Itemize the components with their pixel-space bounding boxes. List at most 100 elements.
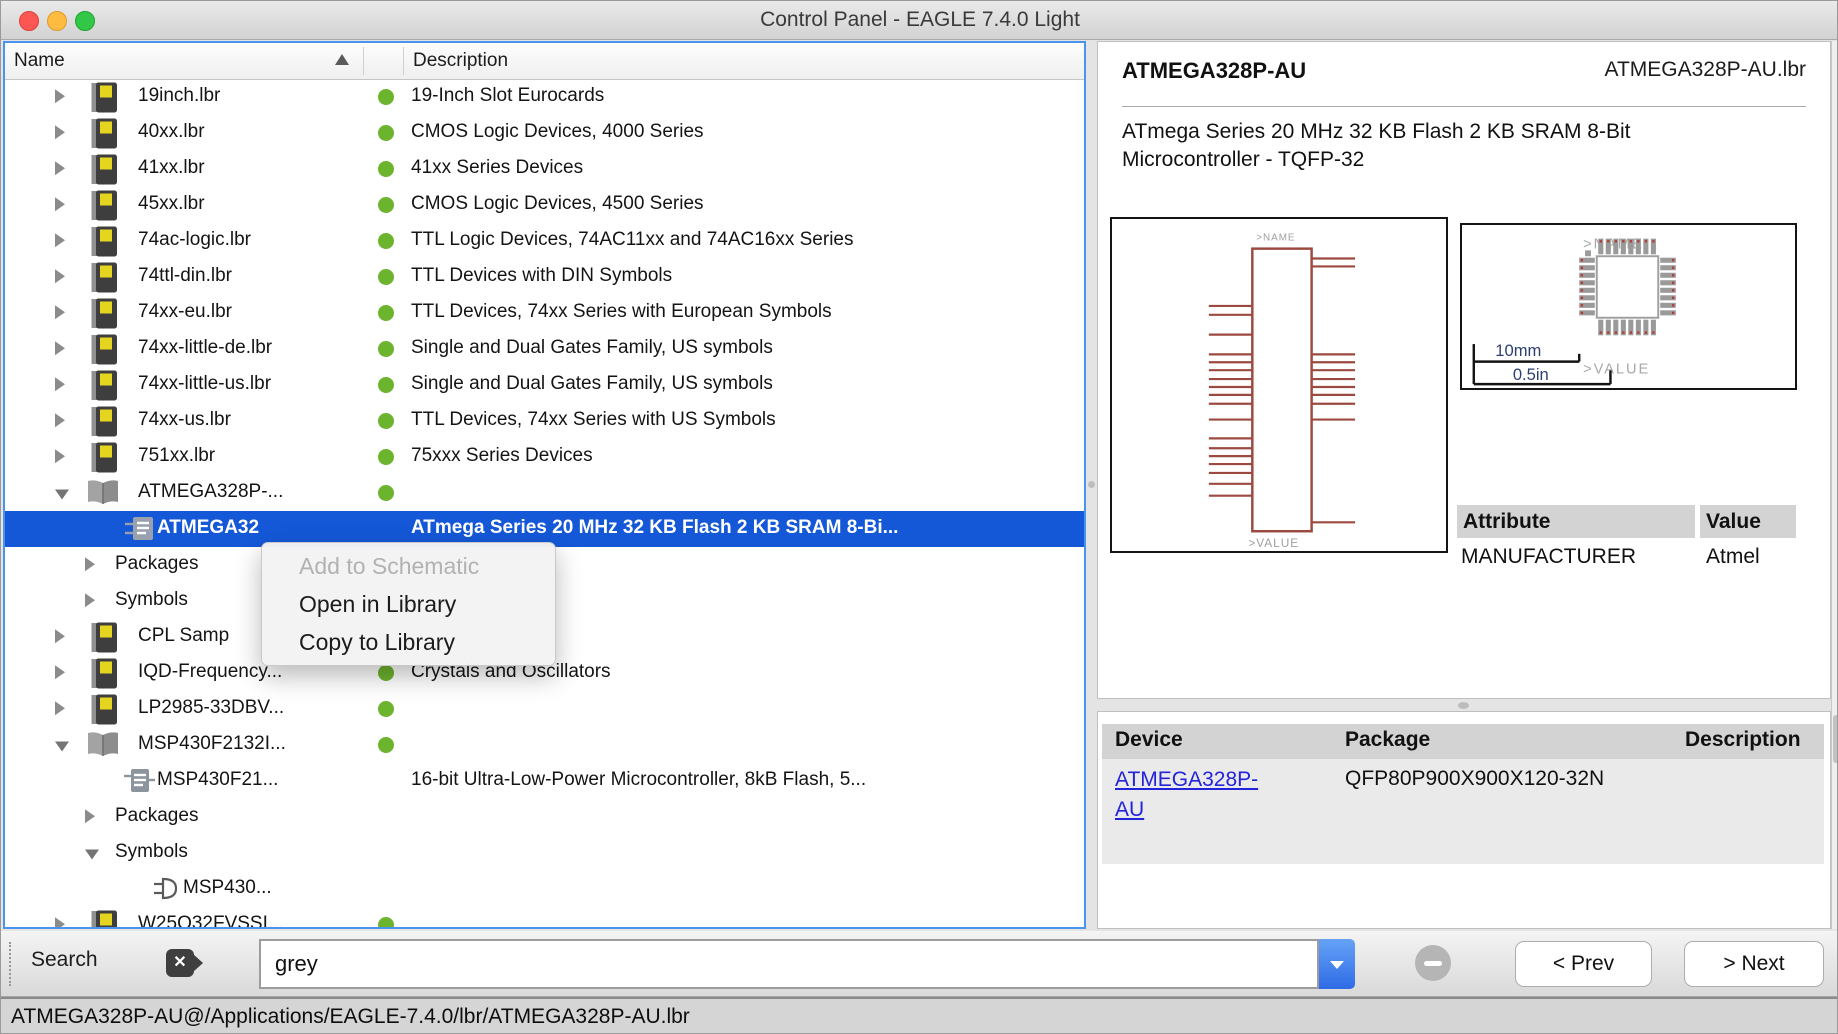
expand-icon[interactable] [55,665,65,679]
remove-search-button[interactable] [1415,945,1451,981]
horizontal-splitter[interactable] [1097,699,1831,711]
column-header-name[interactable]: Name [14,50,65,72]
tree-row[interactable]: 45xx.lbrCMOS Logic Devices, 4500 Series [5,187,1084,223]
column-header-device[interactable]: Device [1115,728,1183,752]
tree-row[interactable]: 74xx-eu.lbr TTL Devices, 74xx Series with… [5,295,1084,331]
splitter-handle-icon [1088,481,1095,488]
device-library-name: ATMEGA328P-AU.lbr [1605,58,1807,82]
expand-icon[interactable] [85,557,95,571]
close-window-icon[interactable] [19,11,39,31]
tree-item-description: Single and Dual Gates Family, US symbols [411,373,773,395]
minimize-window-icon[interactable] [47,11,67,31]
tree-row[interactable]: Symbols [5,835,1084,871]
tree-row[interactable]: W25Q32FVSSI... [5,907,1084,927]
expand-icon[interactable] [55,341,65,355]
prev-button[interactable]: < Prev [1515,941,1652,987]
clear-search-icon[interactable]: ✕ [166,949,194,977]
tree-item-description: TTL Logic Devices, 74AC11xx and 74AC16xx… [411,229,854,251]
tree-item-name: 45xx.lbr [138,193,205,215]
tree-column-header: Name Description [5,43,1084,80]
tree-item-name: 74xx-eu.lbr [138,301,232,323]
column-divider[interactable] [403,47,404,75]
tree-row[interactable]: 74ac-logic.lbrTTL Logic Devices, 74AC11x… [5,223,1084,259]
tree-row[interactable]: MSP430F21...16-bit Ultra-Low-Power Micro… [5,763,1084,799]
tree-row[interactable]: LP2985-33DBV... [5,691,1084,727]
tree-item-description: CMOS Logic Devices, 4000 Series [411,121,704,143]
expand-icon[interactable] [55,917,65,927]
expand-icon[interactable] [55,89,65,103]
expand-icon[interactable] [55,197,65,211]
variant-package: QFP80P900X900X120-32N [1345,767,1604,791]
library-icon [91,442,118,479]
expand-icon[interactable] [55,233,65,247]
context-menu-item[interactable]: Copy to Library [262,623,555,661]
library-icon [91,82,118,119]
expand-icon[interactable] [55,629,65,643]
tree-item-name: 74xx-us.lbr [138,409,231,431]
collapse-icon[interactable] [55,490,69,500]
expand-icon[interactable] [55,449,65,463]
package-preview: >NAME >VALUE 10mm 0.5in [1460,223,1797,390]
context-menu-item[interactable]: Open in Library [262,585,555,623]
in-use-dot-icon [378,305,394,321]
collapse-icon[interactable] [55,742,69,752]
device-title: ATMEGA328P-AU [1122,58,1306,84]
expand-icon[interactable] [85,593,95,607]
tree-row[interactable]: MSP430... [5,871,1084,907]
toolbar-drag-handle[interactable] [9,942,15,986]
tree-row[interactable]: 74ttl-din.lbrTTL Devices with DIN Symbol… [5,259,1084,295]
symbol-value-label: >VALUE [1248,536,1299,550]
tree-row[interactable]: 40xx.lbr CMOS Logic Devices, 4000 Series [5,115,1084,151]
tree-row[interactable]: Packages [5,799,1084,835]
collapse-icon[interactable] [85,850,99,860]
tree-row[interactable]: MSP430F2132I... [5,727,1084,763]
value-header: Value [1700,505,1796,538]
tree-row[interactable]: 74xx-little-us.lbrSingle and Dual Gates … [5,367,1084,403]
tree-item-name: 41xx.lbr [138,157,205,179]
variant-row[interactable]: ATMEGA328P-AU QFP80P900X900X120-32N [1102,759,1824,864]
search-input[interactable] [259,939,1319,989]
tree-row[interactable]: 751xx.lbr75xxx Series Devices [5,439,1084,475]
chevron-down-icon [1330,961,1344,969]
tree-row[interactable]: 19inch.lbr19-Inch Slot Eurocards [5,79,1084,115]
column-header-package[interactable]: Package [1345,728,1430,752]
in-use-dot-icon [378,701,394,717]
tree-row[interactable]: 74xx-us.lbrTTL Devices, 74xx Series with… [5,403,1084,439]
tree-item-name: 40xx.lbr [138,121,205,143]
expand-icon[interactable] [55,377,65,391]
right-scrollbar[interactable] [1831,41,1838,929]
expand-icon[interactable] [55,413,65,427]
variants-header-row: Device Package Description [1102,724,1824,759]
tree-row[interactable]: 74xx-little-de.lbrSingle and Dual Gates … [5,331,1084,367]
scrollbar-thumb[interactable] [1833,715,1838,763]
expand-icon[interactable] [55,161,65,175]
column-header-description[interactable]: Description [1685,728,1801,752]
expand-icon[interactable] [55,701,65,715]
tree-item-name: MSP430... [183,877,272,899]
title-bar[interactable]: Control Panel - EAGLE 7.4.0 Light [1,1,1838,40]
vertical-splitter[interactable] [1086,41,1097,929]
sort-ascending-icon[interactable] [335,54,349,65]
open-library-icon [85,478,121,512]
zoom-window-icon[interactable] [75,11,95,31]
next-button[interactable]: > Next [1684,941,1824,987]
in-use-dot-icon [378,125,394,141]
expand-icon[interactable] [55,269,65,283]
search-dropdown-button[interactable] [1319,939,1355,989]
expand-icon[interactable] [55,305,65,319]
tree-row[interactable]: 41xx.lbr41xx Series Devices [5,151,1084,187]
tree-row[interactable]: ATMEGA328P-... [5,475,1084,511]
symbol-icon [151,874,181,909]
library-icon [91,334,118,371]
attribute-value: Atmel [1706,545,1760,569]
column-divider[interactable] [363,47,364,75]
expand-icon[interactable] [55,125,65,139]
tree-item-name: ATMEGA32 [157,517,259,539]
tree-item-name: 74ttl-din.lbr [138,265,232,287]
column-header-description[interactable]: Description [413,50,508,72]
library-icon [91,910,118,927]
device-variant-link[interactable]: ATMEGA328P-AU [1115,765,1255,825]
expand-icon[interactable] [85,809,95,823]
tree-item-name: 751xx.lbr [138,445,215,467]
tree-item-description: TTL Devices, 74xx Series with European S… [411,301,832,323]
